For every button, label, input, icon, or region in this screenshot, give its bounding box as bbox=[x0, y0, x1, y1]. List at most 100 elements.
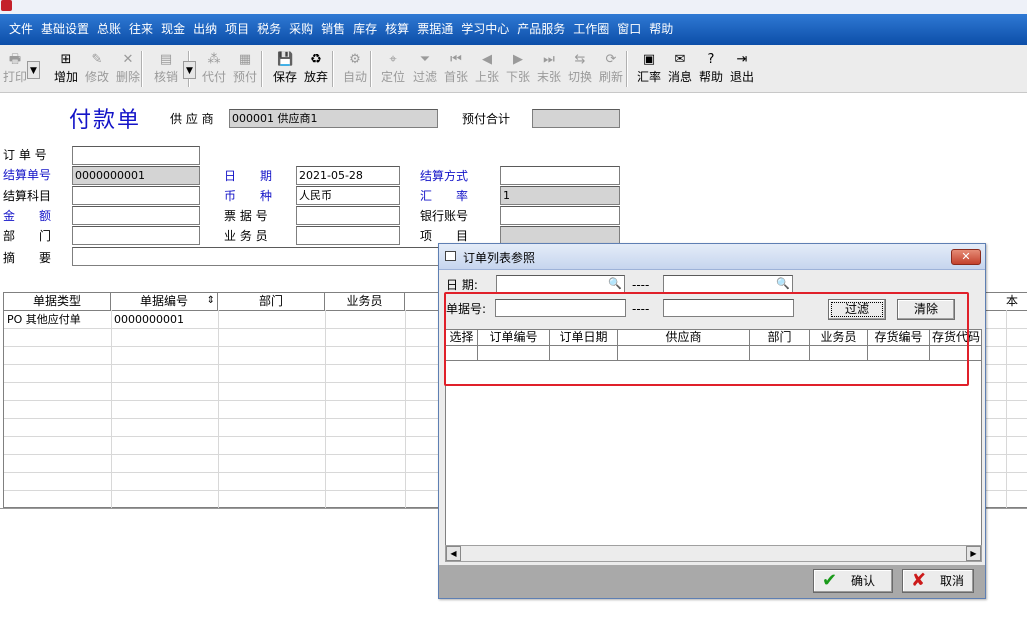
toolbar-button-verify[interactable]: ▤ 核销 bbox=[151, 50, 181, 90]
locate-icon: ⌖ bbox=[389, 52, 397, 67]
date-to-input[interactable]: 🔍 bbox=[663, 275, 793, 293]
horizontal-scrollbar[interactable]: ◀ ▶ bbox=[445, 545, 982, 562]
menu-item-11[interactable]: 核算 bbox=[381, 14, 413, 45]
toolbar-label: 刷新 bbox=[598, 70, 623, 84]
filter-icon: ⏷ bbox=[419, 52, 431, 67]
toolbar-button-filter[interactable]: ⏷ 过滤 bbox=[410, 50, 440, 90]
menu-item-4[interactable]: 现金 bbox=[157, 14, 189, 45]
verify-dropdown-button[interactable]: ▼ bbox=[183, 61, 196, 79]
menu-item-9[interactable]: 销售 bbox=[317, 14, 349, 45]
toolbar-button-last[interactable]: ⏭ 末张 bbox=[534, 50, 564, 90]
toolbar-button-next[interactable]: ▶ 下张 bbox=[503, 50, 533, 90]
grid-header-salesman[interactable]: 业务员 bbox=[325, 293, 405, 310]
cancel-x-icon: ✘ bbox=[911, 570, 927, 591]
toolbar-button-locate[interactable]: ⌖ 定位 bbox=[378, 50, 408, 90]
dialog-title: 订单列表参照 bbox=[463, 251, 536, 265]
date-from-input[interactable]: 🔍 bbox=[496, 275, 625, 293]
toolbar-label: 删除 bbox=[115, 70, 140, 84]
order-no-field[interactable] bbox=[72, 146, 200, 165]
menu-item-2[interactable]: 总账 bbox=[93, 14, 125, 45]
settle-subject-field[interactable] bbox=[72, 186, 200, 205]
grid-header-doc-no[interactable]: 单据编号 ⇕ bbox=[111, 293, 218, 310]
menu-item-0[interactable]: 文件 bbox=[5, 14, 37, 45]
menu-item-14[interactable]: 产品服务 bbox=[513, 14, 569, 45]
menu-item-15[interactable]: 工作圈 bbox=[569, 14, 613, 45]
toolbar-button-message[interactable]: ✉ 消息 bbox=[665, 50, 695, 90]
menu-item-8[interactable]: 采购 bbox=[285, 14, 317, 45]
toolbar-button-auto[interactable]: ⚙ 自动 bbox=[340, 50, 370, 90]
add-icon: ⊞ bbox=[60, 52, 72, 67]
prepay-total-field bbox=[532, 109, 620, 128]
checkmark-icon: ✔ bbox=[822, 570, 838, 591]
bill-no-label: 票 据 号 bbox=[224, 209, 268, 223]
grid-header-dept[interactable]: 部门 bbox=[218, 293, 325, 310]
prev-icon: ◀ bbox=[482, 52, 492, 67]
bill-no-field[interactable] bbox=[296, 206, 400, 225]
toolbar-button-discard[interactable]: ♻ 放弃 bbox=[301, 50, 331, 90]
toolbar-label: 修改 bbox=[84, 70, 109, 84]
date-range-dash: ---- bbox=[632, 278, 650, 292]
menu-item-5[interactable]: 出纳 bbox=[189, 14, 221, 45]
toolbar-label: 下张 bbox=[505, 70, 530, 84]
dept-field[interactable] bbox=[72, 226, 200, 245]
amount-field[interactable] bbox=[72, 206, 200, 225]
toolbar-button-help[interactable]: ? 帮助 bbox=[696, 50, 726, 90]
menu-item-13[interactable]: 学习中心 bbox=[457, 14, 513, 45]
confirm-button[interactable]: ✔ 确认 bbox=[813, 569, 893, 593]
menu-item-12[interactable]: 票据通 bbox=[413, 14, 457, 45]
toolbar-button-exchange-rate[interactable]: ▣ 汇率 bbox=[634, 50, 664, 90]
first-icon: ⏮ bbox=[450, 52, 462, 67]
app-logo-icon bbox=[1, 0, 12, 11]
cancel-button[interactable]: ✘ 取消 bbox=[902, 569, 974, 593]
search-icon[interactable]: 🔍 bbox=[776, 277, 790, 290]
toolbar-button-prev[interactable]: ◀ 上张 bbox=[472, 50, 502, 90]
print-dropdown-button[interactable]: ▼ bbox=[27, 61, 40, 79]
bank-account-field[interactable] bbox=[500, 206, 620, 225]
toolbar-button-edit[interactable]: ✎ 修改 bbox=[82, 50, 112, 90]
toolbar-button-printer[interactable]: 🖶 打印 bbox=[0, 50, 30, 90]
rate-field[interactable]: 1 bbox=[500, 186, 620, 205]
menu-item-17[interactable]: 帮助 bbox=[645, 14, 677, 45]
menu-item-3[interactable]: 往来 bbox=[125, 14, 157, 45]
toolbar-button-refresh[interactable]: ⟳ 刷新 bbox=[596, 50, 626, 90]
grid-header-local-currency[interactable]: 本币 bbox=[1006, 293, 1027, 310]
menu-item-16[interactable]: 窗口 bbox=[613, 14, 645, 45]
toolbar-button-switch[interactable]: ⇆ 切换 bbox=[565, 50, 595, 90]
table-cell bbox=[325, 311, 328, 329]
toolbar-button-save[interactable]: 💾 保存 bbox=[270, 50, 300, 90]
scroll-left-button[interactable]: ◀ bbox=[446, 546, 461, 561]
toolbar-button-delete[interactable]: ✕ 删除 bbox=[113, 50, 143, 90]
order-no-label: 订 单 号 bbox=[3, 148, 47, 162]
currency-field[interactable]: 人民币 bbox=[296, 186, 400, 205]
settle-method-label: 结算方式 bbox=[420, 169, 469, 183]
annotation-highlight-box bbox=[444, 292, 969, 386]
supplier-label: 供 应 商 bbox=[170, 112, 214, 126]
dialog-titlebar[interactable]: 订单列表参照 ✕ bbox=[439, 244, 985, 270]
toolbar-label: 增加 bbox=[53, 70, 78, 84]
supplier-field[interactable]: 000001 供应商1 bbox=[229, 109, 438, 128]
settle-subject-label: 结算科目 bbox=[3, 189, 52, 203]
toolbar-button-add[interactable]: ⊞ 增加 bbox=[51, 50, 81, 90]
toolbar-label: 首张 bbox=[443, 70, 468, 84]
cancel-label: 取消 bbox=[940, 574, 965, 588]
date-field[interactable]: 2021-05-28 bbox=[296, 166, 400, 185]
toolbar-button-prepay[interactable]: ▦ 预付 bbox=[230, 50, 260, 90]
scroll-right-button[interactable]: ▶ bbox=[966, 546, 981, 561]
menu-item-7[interactable]: 税务 bbox=[253, 14, 285, 45]
search-icon[interactable]: 🔍 bbox=[608, 277, 622, 290]
settle-no-field[interactable]: 0000000001 bbox=[72, 166, 200, 185]
toolbar-button-proxy-pay[interactable]: ⁂ 代付 bbox=[199, 50, 229, 90]
salesman-field[interactable] bbox=[296, 226, 400, 245]
prepay-total-label: 预付合计 bbox=[462, 112, 511, 126]
switch-icon: ⇆ bbox=[574, 52, 586, 67]
grid-header-doc-type[interactable]: 单据类型 bbox=[4, 293, 111, 310]
menu-item-6[interactable]: 项目 bbox=[221, 14, 253, 45]
close-button[interactable]: ✕ bbox=[951, 249, 981, 265]
toolbar-button-exit[interactable]: ⇥ 退出 bbox=[727, 50, 757, 90]
settle-method-field[interactable] bbox=[500, 166, 620, 185]
menu-item-10[interactable]: 库存 bbox=[349, 14, 381, 45]
menu-item-1[interactable]: 基础设置 bbox=[37, 14, 93, 45]
remark-field[interactable] bbox=[72, 247, 440, 266]
toolbar-button-first[interactable]: ⏮ 首张 bbox=[441, 50, 471, 90]
discard-icon: ♻ bbox=[310, 52, 322, 67]
